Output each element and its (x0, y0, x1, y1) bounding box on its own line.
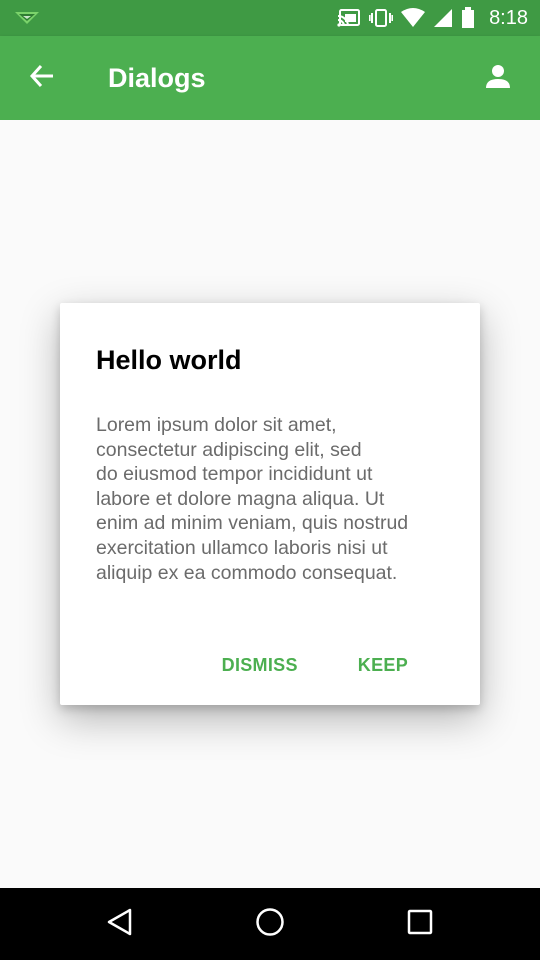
dialog-body: Lorem ipsum dolor sit amet, consectetur … (96, 414, 409, 584)
nav-home-icon (254, 906, 286, 943)
nav-back-button[interactable] (100, 904, 140, 944)
notification-icon (14, 8, 40, 28)
status-clock: 8:18 (489, 6, 528, 29)
nav-home-button[interactable] (250, 904, 290, 944)
arrow-back-icon (28, 62, 56, 95)
dialog: Hello world Lorem ipsum dolor sit amet, … (60, 303, 480, 705)
dialog-title: Hello world (96, 345, 242, 375)
account-icon (484, 62, 512, 95)
back-button[interactable] (20, 58, 64, 98)
keep-button[interactable]: KEEP (338, 647, 428, 684)
vibrate-icon (369, 8, 394, 28)
signal-icon (433, 8, 453, 28)
nav-back-icon (105, 907, 135, 942)
nav-recents-button[interactable] (400, 904, 440, 944)
account-button[interactable] (478, 58, 518, 98)
navigation-bar (0, 888, 540, 960)
dialog-actions: DISMISS KEEP (202, 647, 428, 683)
nav-recents-icon (406, 908, 434, 941)
battery-icon (461, 7, 475, 29)
dismiss-button[interactable]: DISMISS (202, 647, 318, 684)
cast-icon (337, 8, 361, 28)
status-bar: 8:18 (0, 0, 540, 36)
app-bar: Dialogs (0, 36, 540, 120)
status-icons: 8:18 (337, 0, 528, 36)
page-title: Dialogs (108, 63, 206, 93)
wifi-icon (401, 8, 426, 28)
